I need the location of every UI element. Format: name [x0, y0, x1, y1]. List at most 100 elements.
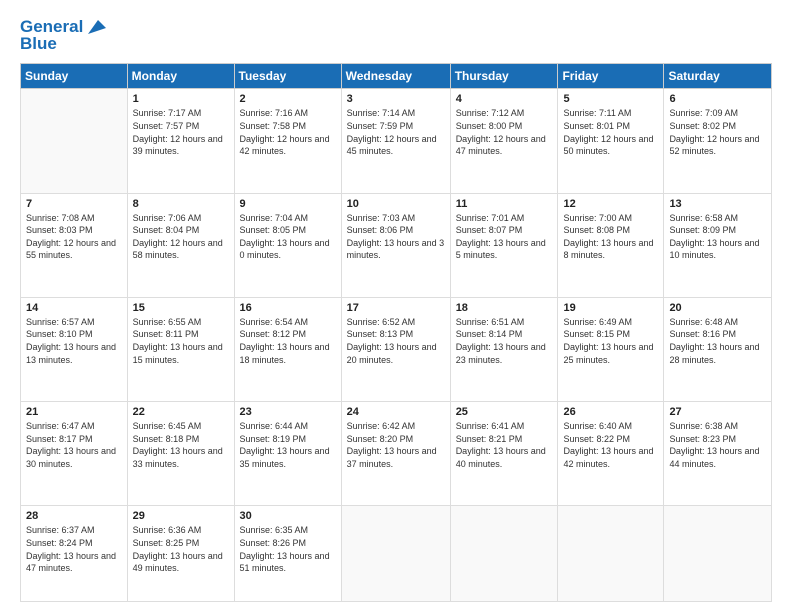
calendar-cell: 30 Sunrise: 6:35 AMSunset: 8:26 PMDayligh… — [234, 506, 341, 602]
calendar-cell: 10 Sunrise: 7:03 AMSunset: 8:06 PMDayligh… — [341, 193, 450, 297]
cell-details: Sunrise: 7:08 AMSunset: 8:03 PMDaylight:… — [26, 212, 122, 262]
calendar-cell: 16 Sunrise: 6:54 AMSunset: 8:12 PMDayligh… — [234, 297, 341, 401]
calendar-cell: 24 Sunrise: 6:42 AMSunset: 8:20 PMDayligh… — [341, 402, 450, 506]
calendar-cell: 27 Sunrise: 6:38 AMSunset: 8:23 PMDayligh… — [664, 402, 772, 506]
cell-details: Sunrise: 7:04 AMSunset: 8:05 PMDaylight:… — [240, 212, 336, 262]
day-number: 2 — [240, 93, 336, 105]
cell-details: Sunrise: 6:41 AMSunset: 8:21 PMDaylight:… — [456, 420, 553, 470]
calendar-cell — [450, 506, 558, 602]
calendar-cell: 20 Sunrise: 6:48 AMSunset: 8:16 PMDayligh… — [664, 297, 772, 401]
day-number: 9 — [240, 198, 336, 210]
day-number: 18 — [456, 302, 553, 314]
calendar-cell — [558, 506, 664, 602]
calendar-cell: 8 Sunrise: 7:06 AMSunset: 8:04 PMDaylight… — [127, 193, 234, 297]
day-number: 11 — [456, 198, 553, 210]
day-number: 30 — [240, 510, 336, 522]
calendar-cell: 3 Sunrise: 7:14 AMSunset: 7:59 PMDaylight… — [341, 89, 450, 193]
day-number: 16 — [240, 302, 336, 314]
calendar-cell: 5 Sunrise: 7:11 AMSunset: 8:01 PMDaylight… — [558, 89, 664, 193]
cell-details: Sunrise: 6:40 AMSunset: 8:22 PMDaylight:… — [563, 420, 658, 470]
cell-details: Sunrise: 7:00 AMSunset: 8:08 PMDaylight:… — [563, 212, 658, 262]
day-number: 3 — [347, 93, 445, 105]
day-number: 24 — [347, 406, 445, 418]
header-monday: Monday — [127, 64, 234, 89]
cell-details: Sunrise: 6:54 AMSunset: 8:12 PMDaylight:… — [240, 316, 336, 366]
logo: General Blue — [20, 18, 106, 53]
calendar-table: Sunday Monday Tuesday Wednesday Thursday… — [20, 63, 772, 602]
cell-details: Sunrise: 6:38 AMSunset: 8:23 PMDaylight:… — [669, 420, 766, 470]
day-number: 8 — [133, 198, 229, 210]
day-number: 13 — [669, 198, 766, 210]
calendar-cell: 4Sunrise: 7:12 AMSunset: 8:00 PMDaylight… — [450, 89, 558, 193]
cell-details: Sunrise: 6:52 AMSunset: 8:13 PMDaylight:… — [347, 316, 445, 366]
cell-details: Sunrise: 6:55 AMSunset: 8:11 PMDaylight:… — [133, 316, 229, 366]
header-wednesday: Wednesday — [341, 64, 450, 89]
day-number: 26 — [563, 406, 658, 418]
header: General Blue — [20, 18, 772, 53]
calendar-cell: 28 Sunrise: 6:37 AMSunset: 8:24 PMDayligh… — [21, 506, 128, 602]
calendar-cell: 17 Sunrise: 6:52 AMSunset: 8:13 PMDayligh… — [341, 297, 450, 401]
calendar-cell: 19 Sunrise: 6:49 AMSunset: 8:15 PMDayligh… — [558, 297, 664, 401]
cell-details: Sunrise: 7:16 AMSunset: 7:58 PMDaylight:… — [240, 107, 336, 157]
cell-details: Sunrise: 7:17 AMSunset: 7:57 PMDaylight:… — [133, 107, 229, 157]
calendar-cell: 14Sunrise: 6:57 AMSunset: 8:10 PMDayligh… — [21, 297, 128, 401]
day-number: 17 — [347, 302, 445, 314]
day-number: 25 — [456, 406, 553, 418]
calendar-cell: 23 Sunrise: 6:44 AMSunset: 8:19 PMDayligh… — [234, 402, 341, 506]
day-number: 7 — [26, 198, 122, 210]
cell-details: Sunrise: 7:11 AMSunset: 8:01 PMDaylight:… — [563, 107, 658, 157]
calendar-cell: 6 Sunrise: 7:09 AMSunset: 8:02 PMDaylight… — [664, 89, 772, 193]
cell-details: Sunrise: 7:14 AMSunset: 7:59 PMDaylight:… — [347, 107, 445, 157]
day-number: 12 — [563, 198, 658, 210]
page: General Blue Sunday Monday Tuesday Wedne… — [0, 0, 792, 612]
cell-details: Sunrise: 6:45 AMSunset: 8:18 PMDaylight:… — [133, 420, 229, 470]
day-number: 10 — [347, 198, 445, 210]
day-number: 5 — [563, 93, 658, 105]
day-number: 1 — [133, 93, 229, 105]
calendar-cell: 13Sunrise: 6:58 AMSunset: 8:09 PMDayligh… — [664, 193, 772, 297]
day-number: 15 — [133, 302, 229, 314]
cell-details: Sunrise: 6:49 AMSunset: 8:15 PMDaylight:… — [563, 316, 658, 366]
cell-details: Sunrise: 6:37 AMSunset: 8:24 PMDaylight:… — [26, 524, 122, 574]
cell-details: Sunrise: 7:06 AMSunset: 8:04 PMDaylight:… — [133, 212, 229, 262]
day-number: 20 — [669, 302, 766, 314]
header-saturday: Saturday — [664, 64, 772, 89]
calendar-cell: 15 Sunrise: 6:55 AMSunset: 8:11 PMDayligh… — [127, 297, 234, 401]
calendar-cell: 11 Sunrise: 7:01 AMSunset: 8:07 PMDayligh… — [450, 193, 558, 297]
header-friday: Friday — [558, 64, 664, 89]
calendar-cell: 9 Sunrise: 7:04 AMSunset: 8:05 PMDaylight… — [234, 193, 341, 297]
header-thursday: Thursday — [450, 64, 558, 89]
cell-details: Sunrise: 7:01 AMSunset: 8:07 PMDaylight:… — [456, 212, 553, 262]
day-number: 6 — [669, 93, 766, 105]
cell-details: Sunrise: 7:03 AMSunset: 8:06 PMDaylight:… — [347, 212, 445, 262]
calendar-cell: 25 Sunrise: 6:41 AMSunset: 8:21 PMDayligh… — [450, 402, 558, 506]
cell-details: Sunrise: 6:48 AMSunset: 8:16 PMDaylight:… — [669, 316, 766, 366]
cell-details: Sunrise: 6:35 AMSunset: 8:26 PMDaylight:… — [240, 524, 336, 574]
calendar-cell: 18Sunrise: 6:51 AMSunset: 8:14 PMDayligh… — [450, 297, 558, 401]
cell-details: Sunrise: 7:09 AMSunset: 8:02 PMDaylight:… — [669, 107, 766, 157]
day-number: 4 — [456, 93, 553, 105]
calendar-cell: 29 Sunrise: 6:36 AMSunset: 8:25 PMDayligh… — [127, 506, 234, 602]
cell-details: Sunrise: 6:42 AMSunset: 8:20 PMDaylight:… — [347, 420, 445, 470]
calendar-cell — [664, 506, 772, 602]
day-number: 23 — [240, 406, 336, 418]
cell-details: Sunrise: 6:36 AMSunset: 8:25 PMDaylight:… — [133, 524, 229, 574]
calendar-cell — [21, 89, 128, 193]
calendar-cell: 26 Sunrise: 6:40 AMSunset: 8:22 PMDayligh… — [558, 402, 664, 506]
calendar-cell: 2 Sunrise: 7:16 AMSunset: 7:58 PMDaylight… — [234, 89, 341, 193]
day-number: 28 — [26, 510, 122, 522]
weekday-header-row: Sunday Monday Tuesday Wednesday Thursday… — [21, 64, 772, 89]
calendar-cell — [341, 506, 450, 602]
cell-details: Sunrise: 6:47 AMSunset: 8:17 PMDaylight:… — [26, 420, 122, 470]
cell-details: Sunrise: 6:57 AMSunset: 8:10 PMDaylight:… — [26, 316, 122, 366]
calendar-cell: 1 Sunrise: 7:17 AMSunset: 7:57 PMDaylight… — [127, 89, 234, 193]
day-number: 21 — [26, 406, 122, 418]
day-number: 22 — [133, 406, 229, 418]
calendar-cell: 22 Sunrise: 6:45 AMSunset: 8:18 PMDayligh… — [127, 402, 234, 506]
day-number: 27 — [669, 406, 766, 418]
day-number: 19 — [563, 302, 658, 314]
cell-details: Sunrise: 6:44 AMSunset: 8:19 PMDaylight:… — [240, 420, 336, 470]
header-tuesday: Tuesday — [234, 64, 341, 89]
day-number: 29 — [133, 510, 229, 522]
calendar-cell: 21 Sunrise: 6:47 AMSunset: 8:17 PMDayligh… — [21, 402, 128, 506]
